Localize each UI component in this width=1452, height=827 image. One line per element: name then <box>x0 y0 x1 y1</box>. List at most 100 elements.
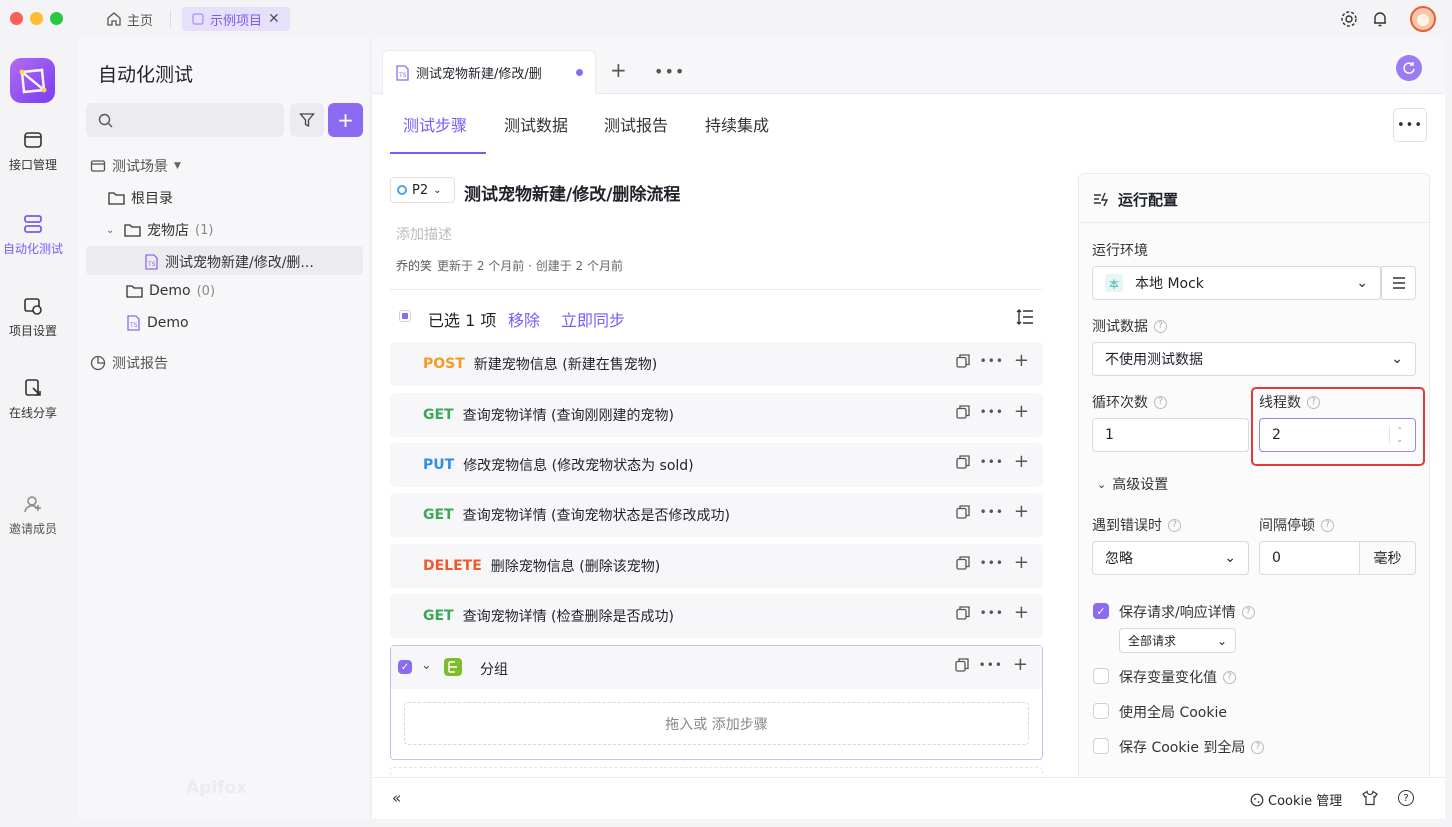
env-manage-button[interactable] <box>1381 266 1416 300</box>
copy-icon[interactable] <box>956 606 970 620</box>
minimize-window-button[interactable] <box>30 12 43 25</box>
help-icon[interactable]: ? <box>1307 395 1320 409</box>
tree-item-demo-scene[interactable]: TS Demo <box>126 315 189 331</box>
chevron-down-icon[interactable]: ⌄ <box>421 658 432 673</box>
sync-status-button[interactable] <box>1396 55 1422 81</box>
sync-now-link[interactable]: 立即同步 <box>561 307 625 331</box>
rail-item-settings[interactable]: 项目设置 <box>0 296 66 339</box>
rail-item-api[interactable]: 接口管理 <box>0 130 66 173</box>
rail-item-automation[interactable]: 自动化测试 <box>0 214 66 257</box>
step-row[interactable]: POST 新建宠物信息 (新建在售宠物) ••• + <box>390 342 1043 386</box>
search-input[interactable] <box>86 103 284 137</box>
save-cookie-checkbox[interactable] <box>1093 738 1109 754</box>
thread-count-input[interactable]: 2 ⌃ ⌄ <box>1259 418 1416 452</box>
description-input[interactable]: 添加描述 <box>396 224 452 244</box>
scene-title[interactable]: 测试宠物新建/修改/删除流程 <box>464 180 680 205</box>
priority-select[interactable]: P2 ⌄ <box>390 177 455 203</box>
plus-icon[interactable]: + <box>1013 656 1028 674</box>
tree-section-scenes[interactable]: 测试场景 ▼ <box>90 156 181 176</box>
step-row[interactable]: PUT 修改宠物信息 (修改宠物状态为 sold) ••• + <box>390 443 1043 487</box>
save-variables-checkbox[interactable] <box>1093 668 1109 684</box>
copy-icon[interactable] <box>956 455 970 469</box>
more-icon[interactable]: ••• <box>980 606 1004 620</box>
help-circle-icon[interactable]: ? <box>1398 790 1414 806</box>
rail-item-invite[interactable]: 邀请成员 <box>0 494 66 537</box>
more-icon[interactable]: ••• <box>980 455 1004 469</box>
project-tab[interactable]: 示例项目 ✕ <box>182 7 290 31</box>
more-tabs-button[interactable]: ••• <box>654 62 685 81</box>
copy-icon[interactable] <box>956 505 970 519</box>
stepper[interactable]: ⌃ ⌄ <box>1389 426 1403 444</box>
reorder-list-icon[interactable] <box>1016 308 1034 326</box>
plus-icon[interactable]: + <box>1014 604 1029 622</box>
gear-icon[interactable] <box>1340 10 1358 28</box>
env-select[interactable]: 本 本地 Mock ⌄ <box>1092 266 1381 300</box>
file-tab[interactable]: TS 测试宠物新建/修改/删 <box>382 50 596 94</box>
step-row[interactable]: GET 查询宠物详情 (查询刚刚建的宠物) ••• + <box>390 393 1043 437</box>
collapse-sidebar-icon[interactable]: « <box>392 789 401 807</box>
more-icon[interactable]: ••• <box>979 658 1003 672</box>
rail-item-share[interactable]: 在线分享 <box>0 378 66 421</box>
save-request-scope-select[interactable]: 全部请求 ⌄ <box>1119 628 1236 653</box>
maximize-window-button[interactable] <box>50 12 63 25</box>
close-tab-icon[interactable]: ✕ <box>268 11 280 27</box>
tree-section-reports[interactable]: 测试报告 <box>90 353 168 373</box>
remove-link[interactable]: 移除 <box>508 307 540 331</box>
plus-icon[interactable]: + <box>1014 503 1029 521</box>
shirt-icon[interactable] <box>1362 790 1378 806</box>
interval-input[interactable]: 0 <box>1259 541 1360 575</box>
loop-count-input[interactable]: 1 <box>1092 418 1249 452</box>
test-data-select[interactable]: 不使用测试数据 ⌄ <box>1092 342 1416 376</box>
tree-item-petshop[interactable]: ⌄ 宠物店 (1) <box>106 220 213 240</box>
help-icon[interactable]: ? <box>1223 670 1236 684</box>
cookie-manager-button[interactable]: Cookie 管理 <box>1250 790 1342 809</box>
copy-icon[interactable] <box>955 658 969 672</box>
save-request-checkbox[interactable]: ✓ <box>1093 603 1109 619</box>
plus-icon[interactable]: + <box>1014 403 1029 421</box>
tab-ci[interactable]: 持续集成 <box>705 112 769 136</box>
plus-icon[interactable]: + <box>1014 352 1029 370</box>
add-step-zone[interactable] <box>390 767 1043 777</box>
step-row[interactable]: GET 查询宠物详情 (检查删除是否成功) ••• + <box>390 594 1043 638</box>
add-button[interactable]: + <box>328 103 363 137</box>
step-row[interactable]: DELETE 删除宠物信息 (删除该宠物) ••• + <box>390 544 1043 588</box>
help-icon[interactable]: ? <box>1168 518 1181 532</box>
more-icon[interactable]: ••• <box>980 405 1004 419</box>
copy-icon[interactable] <box>956 405 970 419</box>
avatar[interactable] <box>1410 6 1436 32</box>
tab-test-data[interactable]: 测试数据 <box>504 112 568 136</box>
copy-icon[interactable] <box>956 354 970 368</box>
help-icon[interactable]: ? <box>1154 395 1167 409</box>
help-icon[interactable]: ? <box>1241 605 1255 619</box>
on-error-select[interactable]: 忽略 ⌄ <box>1092 541 1249 575</box>
new-tab-button[interactable]: + <box>610 58 627 82</box>
plus-icon[interactable]: + <box>1014 453 1029 471</box>
group-drop-zone[interactable]: 拖入或 添加步骤 <box>404 702 1029 745</box>
tree-item-scene[interactable]: TS 测试宠物新建/修改/删... <box>144 252 314 272</box>
group-checkbox[interactable]: ✓ <box>398 660 412 674</box>
more-icon[interactable]: ••• <box>980 354 1004 368</box>
home-tab[interactable]: 主页 <box>106 8 153 30</box>
filter-button[interactable] <box>290 103 324 137</box>
tree-item-demo-folder[interactable]: Demo (0) <box>126 283 215 299</box>
stepper-down-icon[interactable]: ⌄ <box>1396 435 1403 444</box>
more-icon[interactable]: ••• <box>980 505 1004 519</box>
more-icon[interactable]: ••• <box>980 556 1004 570</box>
group-step[interactable]: ✓ ⌄ 分组 ••• + 拖入或 添加步骤 <box>390 645 1043 760</box>
step-row[interactable]: GET 查询宠物详情 (查询宠物状态是否修改成功) ••• + <box>390 493 1043 537</box>
more-options-button[interactable]: ••• <box>1393 108 1427 142</box>
stepper-up-icon[interactable]: ⌃ <box>1396 426 1403 435</box>
select-all-checkbox[interactable] <box>399 310 411 322</box>
help-icon[interactable]: ? <box>1251 740 1265 754</box>
advanced-toggle[interactable]: ⌄ 高级设置 <box>1097 474 1168 494</box>
tab-steps[interactable]: 测试步骤 <box>403 112 467 136</box>
copy-icon[interactable] <box>956 556 970 570</box>
plus-icon[interactable]: + <box>1014 554 1029 572</box>
bell-icon[interactable] <box>1371 10 1389 28</box>
tab-test-report[interactable]: 测试报告 <box>604 112 668 136</box>
help-icon[interactable]: ? <box>1154 319 1167 333</box>
close-window-button[interactable] <box>10 12 23 25</box>
tree-item-root[interactable]: 根目录 <box>108 188 173 208</box>
use-global-cookie-checkbox[interactable] <box>1093 703 1109 719</box>
help-icon[interactable]: ? <box>1321 518 1334 532</box>
